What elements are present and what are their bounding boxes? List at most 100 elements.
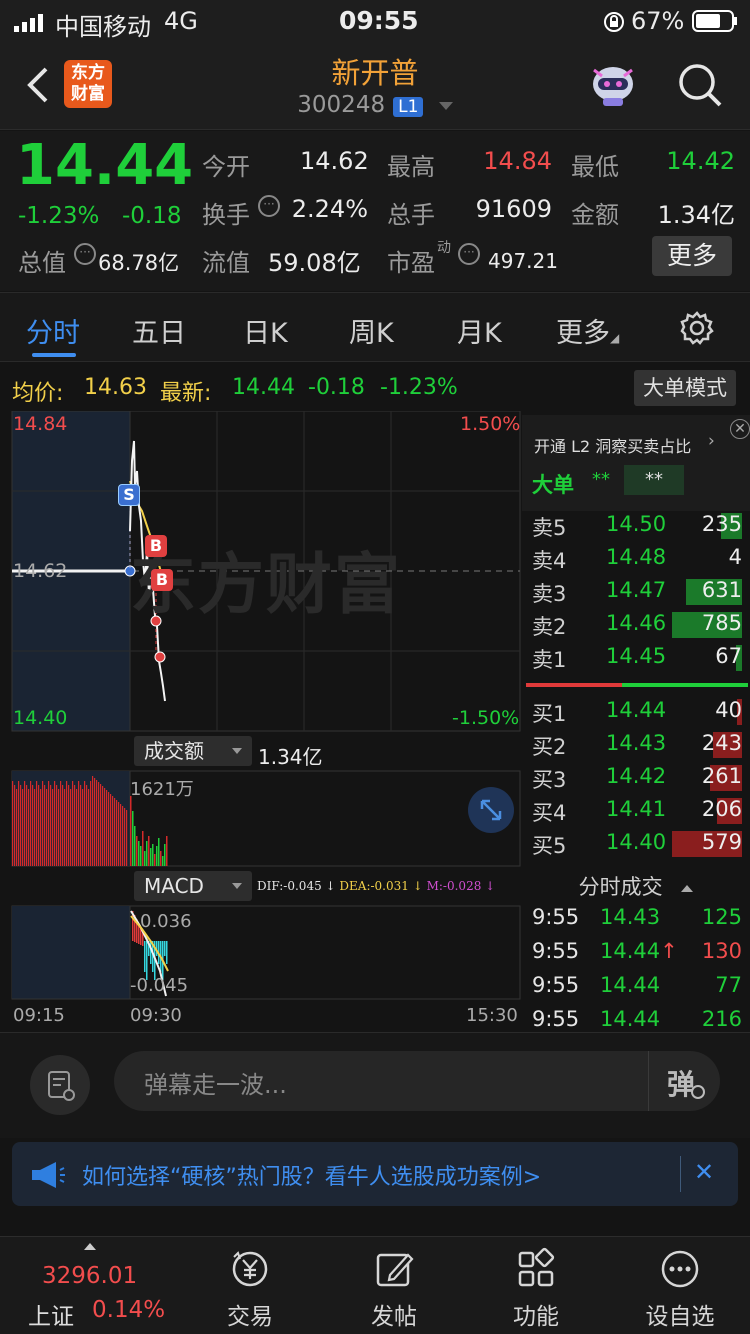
float-cap-value: 59.08亿 [268,249,361,277]
search-icon[interactable] [677,62,723,112]
tab-daily-k[interactable]: 日K [243,311,288,350]
volume-indicator-dropdown[interactable]: 成交额 [134,736,252,766]
level-price: 14.41 [606,797,667,821]
quote-panel: 14.44 -1.23% -0.18 今开 14.62 最高 14.84 最低 … [0,131,750,291]
ask-row[interactable]: 卖4 14.48 4 [522,542,750,574]
danmu-input[interactable]: 弹幕走一波... 弹 [114,1051,720,1111]
ask-row[interactable]: 卖3 14.47 631 [522,575,750,607]
avg-value: 14.63 [84,375,147,400]
tab-monthly-k[interactable]: 月K [457,311,502,350]
buy-marker[interactable]: B [151,569,173,591]
bid-row[interactable]: 买5 14.40 579 [522,827,750,859]
trade-price: 14.44↑ [600,939,678,963]
buy-marker[interactable]: B [145,535,167,557]
nav-watchlist[interactable]: 设自选 [630,1247,730,1331]
big-order-value-box: ** [624,465,684,495]
intraday-chart[interactable]: 东方财富 14.84 14.62 14.40 1.50% -1.50% S B … [0,411,522,1031]
bid-row[interactable]: 买1 14.44 40 [522,695,750,727]
index-ticker[interactable]: 3296.01 上证 0.14% [0,1237,180,1334]
level-label: 买5 [532,834,567,858]
level-volume: 631 [701,578,742,602]
close-icon[interactable]: ✕ [694,1158,714,1186]
ask-row[interactable]: 卖1 14.45 67 [522,641,750,673]
macd-axis-top: 0.036 [140,911,192,932]
level-label: 买4 [532,801,567,825]
danmu-bar: 弹幕走一波... 弹 [0,1032,750,1138]
big-order-mode-button[interactable]: 大单模式 [634,370,736,406]
tab-five-day[interactable]: 五日 [132,311,186,350]
expand-icon[interactable] [468,787,514,833]
trade-volume: 216 [701,1007,742,1031]
index-percent: 0.14% [92,1297,166,1323]
volume-max-label: 1621万 [130,779,194,800]
battery-icon [692,10,738,36]
tab-intraday[interactable]: 分时 [26,311,80,357]
level-label: 买2 [532,735,567,759]
trade-volume: 77 [715,973,742,997]
sell-marker[interactable]: S [118,484,140,506]
info-dots-icon[interactable]: ··· [458,243,480,265]
banner-text: 如何选择“硬核”热门股？看牛人选股成功案例> [82,1165,542,1190]
macd-bars [130,910,169,997]
settings-gear-icon[interactable] [679,310,715,350]
bid-row[interactable]: 买4 14.41 206 [522,794,750,826]
level-volume: 579 [701,830,742,854]
up-triangle-icon [84,1243,96,1250]
back-arrow-icon[interactable] [24,66,50,108]
volume-total: 1.34亿 [258,745,323,769]
trade-price: 14.44 [600,973,661,997]
level-label: 买3 [532,768,567,792]
open-label: 今开 [202,153,250,181]
info-dots-icon[interactable]: ··· [74,243,96,265]
network-type: 4G [164,7,198,35]
big-order-value: ** [592,469,610,490]
info-dots-icon[interactable]: ··· [258,195,280,217]
macd-indicator-dropdown[interactable]: MACD [134,871,252,901]
nav-trade[interactable]: 交易 [200,1247,300,1331]
stock-name: 新开普 [331,56,419,90]
ask-row[interactable]: 卖2 14.46 785 [522,608,750,640]
robot-assistant-icon[interactable] [588,62,638,112]
bottom-nav: 3296.01 上证 0.14% 交易 发帖 功能 设自选 [0,1236,750,1334]
trades-title: 分时成交 [578,875,663,899]
trade-icon [200,1247,300,1295]
bid-row[interactable]: 买2 14.43 243 [522,728,750,760]
level-price: 14.43 [606,731,667,755]
tab-weekly-k[interactable]: 周K [349,311,394,350]
corner-triangle-icon: ◢ [610,331,620,345]
close-icon[interactable]: ✕ [730,419,750,439]
level-volume: 785 [701,611,742,635]
danmu-send-button[interactable]: 弹 [648,1051,720,1111]
macd-m: M:-0.028 [426,879,482,893]
tab-more[interactable]: 更多◢ [556,311,619,350]
level-volume: 235 [701,512,742,536]
level-label: 买1 [532,702,567,726]
nav-post[interactable]: 发帖 [344,1247,444,1331]
turnover-value: 2.24% [291,195,368,223]
tab-label: 分时 [26,318,80,349]
chevron-right-icon: › [708,431,715,451]
down-arrow-icon: ↓ [408,879,427,893]
bid-row[interactable]: 买3 14.42 261 [522,761,750,793]
macd-axis-bottom: -0.045 [130,975,189,996]
time-open: 09:30 [130,1005,182,1026]
nav-functions[interactable]: 功能 [486,1247,586,1331]
level-price: 14.47 [606,578,667,602]
ask-row[interactable]: 卖5 14.50 235 [522,509,750,541]
trade-row: 9:55 14.44 77 [522,971,750,1003]
l2-promo-text: 开通 L2 洞察买卖占比 [534,437,692,456]
stock-code-row[interactable]: 300248 L1 [250,92,500,118]
change-percent: -1.23% [18,203,100,229]
more-button[interactable]: 更多 [652,236,732,276]
danmu-settings-icon[interactable] [30,1055,90,1115]
level-price: 14.44 [606,698,667,722]
promo-banner[interactable]: 如何选择“硬核”热门股？看牛人选股成功案例> ✕ [12,1142,738,1206]
app-logo[interactable]: 东方 财富 [64,60,112,108]
trade-time: 9:55 [532,905,580,929]
level-label: 卖5 [532,516,567,540]
trade-volume: 130 [701,939,742,963]
l2-promo-box[interactable]: 开通 L2 洞察买卖占比 › ✕ 大单 ** ** [522,415,750,511]
level-label: 卖1 [532,648,567,672]
trades-header[interactable]: 分时成交 [522,871,750,901]
banner-divider [680,1156,681,1192]
